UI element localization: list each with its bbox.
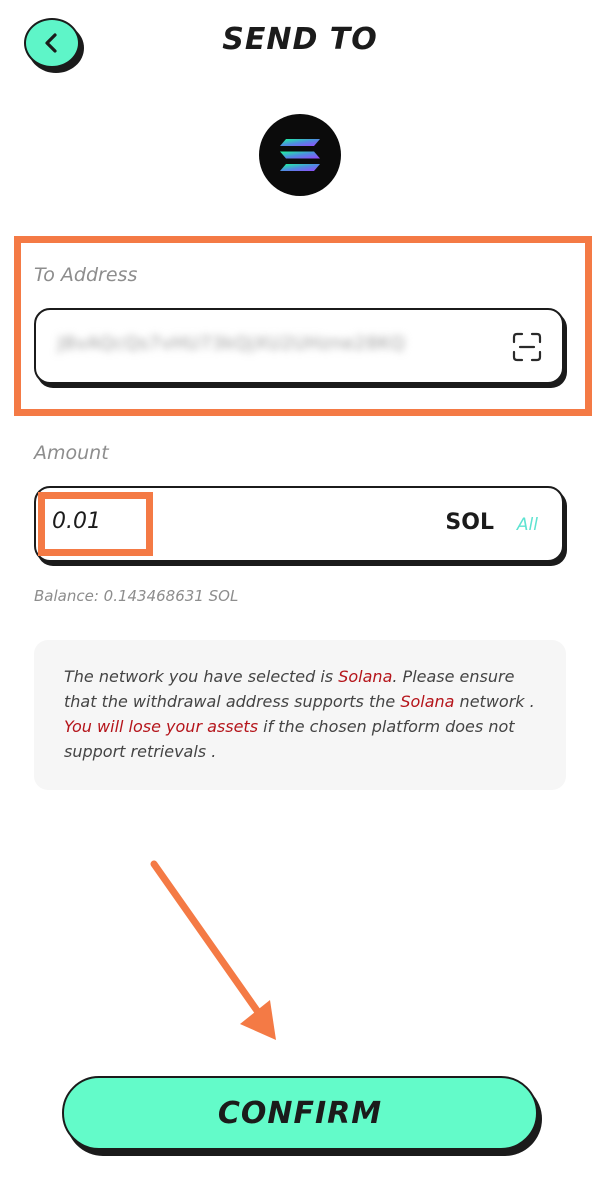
to-address-label: To Address bbox=[34, 264, 138, 286]
notice-network: Solana bbox=[400, 692, 455, 711]
notice-network: Solana bbox=[338, 667, 393, 686]
amount-label: Amount bbox=[34, 442, 109, 464]
to-address-value: J8vAQcQs7vHU73kQjXU2UHzne28KQ bbox=[58, 333, 406, 354]
scan-icon[interactable] bbox=[512, 332, 542, 362]
notice-text: The network you have selected is bbox=[64, 667, 339, 686]
solana-logo-icon bbox=[259, 114, 341, 196]
amount-unit: SOL bbox=[445, 510, 494, 535]
page-title: SEND TO bbox=[222, 22, 378, 57]
to-address-input[interactable]: J8vAQcQs7vHU73kQjXU2UHzne28KQ bbox=[34, 308, 564, 384]
confirm-button[interactable]: CONFIRM bbox=[62, 1076, 538, 1150]
network-warning-notice: The network you have selected is Solana.… bbox=[34, 640, 566, 790]
balance-text: Balance: 0.143468631 SOL bbox=[34, 587, 239, 605]
notice-text: network . bbox=[454, 692, 535, 711]
amount-highlight-frame bbox=[38, 492, 153, 556]
all-button[interactable]: All bbox=[517, 515, 538, 535]
notice-warning: You will lose your assets bbox=[64, 717, 259, 736]
